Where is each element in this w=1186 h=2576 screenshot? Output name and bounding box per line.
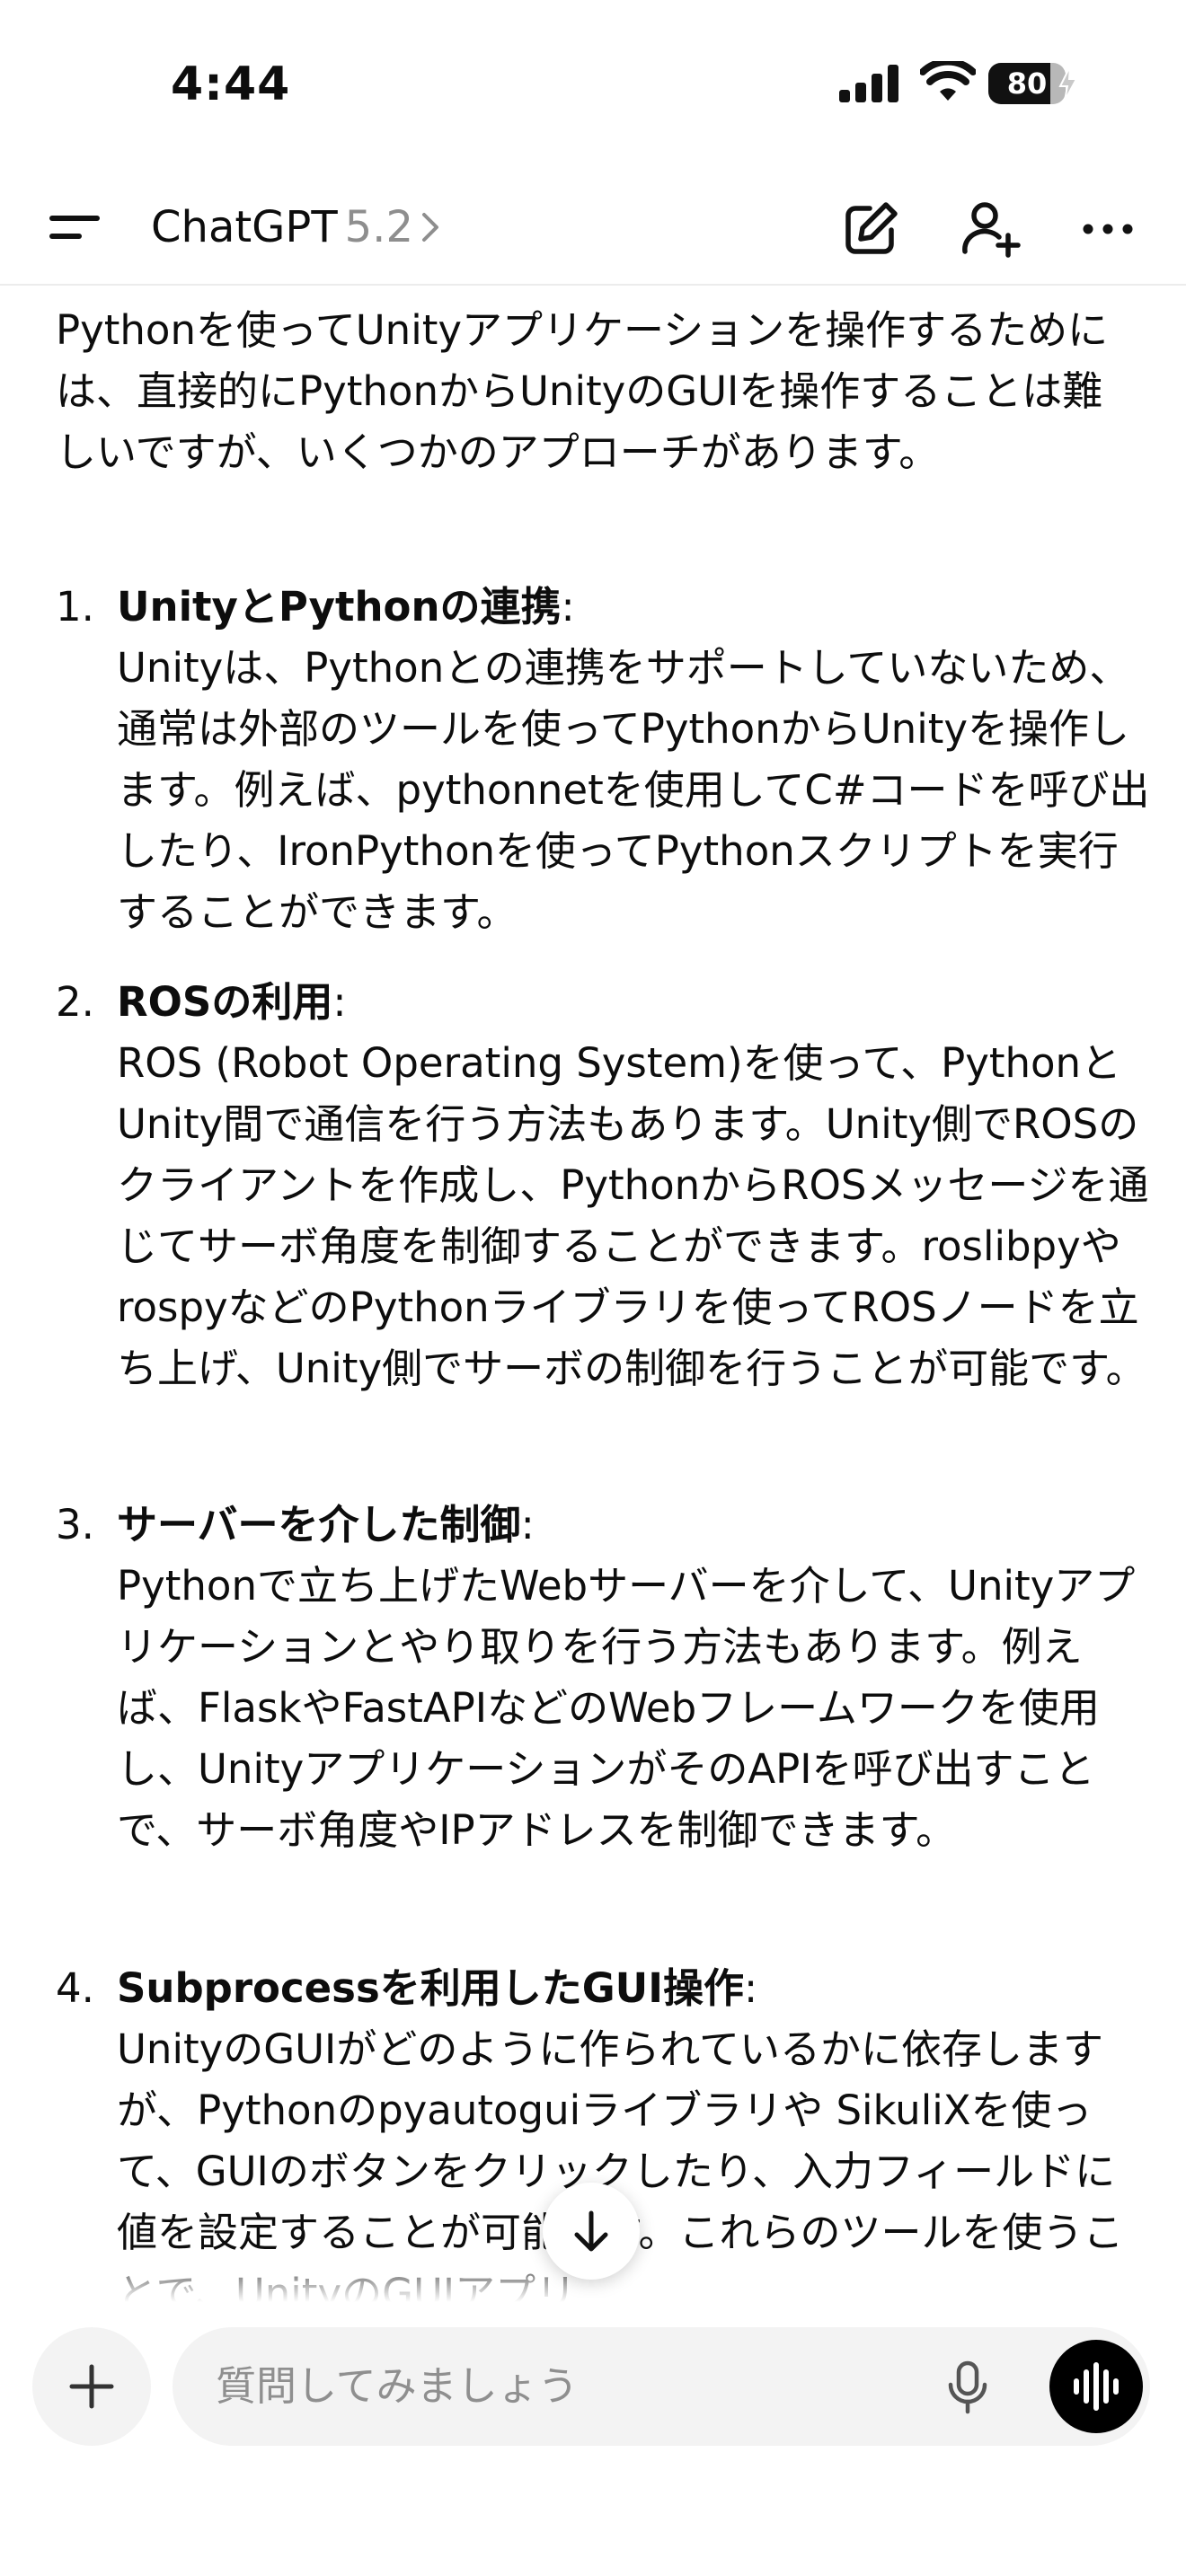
battery-icon: 80 <box>988 63 1078 104</box>
approach-list: 1. UnityとPythonの連携: Unityは、Pythonとの連携をサポ… <box>56 577 1152 943</box>
voice-mode-button[interactable] <box>1049 2340 1143 2433</box>
list-number: 3. <box>56 1501 94 1548</box>
add-person-icon[interactable] <box>960 198 1022 260</box>
cellular-signal-icon <box>839 65 898 102</box>
list-item-body: Unityは、Pythonとの連携をサポートしていないため、通常は外部のツールを… <box>117 644 1150 936</box>
plus-icon <box>69 2364 114 2409</box>
battery-percentage: 80 <box>1006 66 1048 101</box>
list-number: 2. <box>56 978 94 1026</box>
status-time: 4:44 <box>171 57 291 111</box>
attach-button[interactable] <box>32 2327 151 2446</box>
model-version: 5.2 <box>344 202 413 252</box>
composer: 質問してみましょう <box>0 2302 1186 2576</box>
assistant-message: Pythonを使ってUnityアプリケーションを操作するためには、直接的にPyt… <box>0 286 1186 2302</box>
menu-icon[interactable] <box>40 196 111 259</box>
list-number: 4. <box>56 1964 94 2012</box>
voice-mode-icon <box>1074 2362 1119 2411</box>
list-item-title: ROSの利用 <box>117 978 333 1026</box>
arrow-down-icon <box>574 2210 608 2252</box>
list-item-title: サーバーを介した制御 <box>117 1501 521 1548</box>
list-item-body: ROS (Robot Operating System)を使って、Pythonと… <box>117 1039 1149 1392</box>
wifi-icon <box>920 61 976 101</box>
microphone-icon[interactable] <box>945 2360 990 2415</box>
new-chat-icon[interactable] <box>839 198 902 260</box>
chat-header: ChatGPT 5.2 <box>0 171 1186 286</box>
status-bar: 4:44 80 <box>0 0 1186 171</box>
scroll-to-bottom-button[interactable] <box>543 2183 640 2280</box>
list-item-title: Subprocessを利用したGUI操作 <box>117 1964 744 2012</box>
list-item-colon: : <box>332 978 347 1026</box>
list-item: 3. サーバーを介した制御: Pythonで立ち上げたWebサーバーを介して、U… <box>56 1495 1152 1861</box>
message-input-placeholder: 質問してみましょう <box>216 2362 579 2410</box>
list-item-title: UnityとPythonの連携 <box>117 583 562 631</box>
approach-list: 2. ROSの利用: ROS (Robot Operating System)を… <box>56 972 1152 1399</box>
list-number: 1. <box>56 583 94 631</box>
message-intro: Pythonを使ってUnityアプリケーションを操作するためには、直接的にPyt… <box>56 306 1109 476</box>
model-selector[interactable]: ChatGPT 5.2 <box>151 196 442 259</box>
message-input[interactable]: 質問してみましょう <box>173 2327 1150 2446</box>
list-item-colon: : <box>743 1964 758 2012</box>
list-item: 2. ROSの利用: ROS (Robot Operating System)を… <box>56 972 1152 1399</box>
more-icon[interactable] <box>1076 198 1139 260</box>
app-title: ChatGPT <box>151 202 338 252</box>
charging-bolt-icon <box>1058 66 1078 101</box>
list-item: 1. UnityとPythonの連携: Unityは、Pythonとの連携をサポ… <box>56 577 1152 943</box>
approach-list: 3. サーバーを介した制御: Pythonで立ち上げたWebサーバーを介して、U… <box>56 1495 1152 1861</box>
chevron-right-icon <box>421 213 438 242</box>
list-item-colon: : <box>561 583 575 631</box>
list-item-body: Pythonで立ち上げたWebサーバーを介して、Unityアプリケーションとやり… <box>117 1562 1136 1854</box>
list-item-colon: : <box>520 1501 535 1548</box>
